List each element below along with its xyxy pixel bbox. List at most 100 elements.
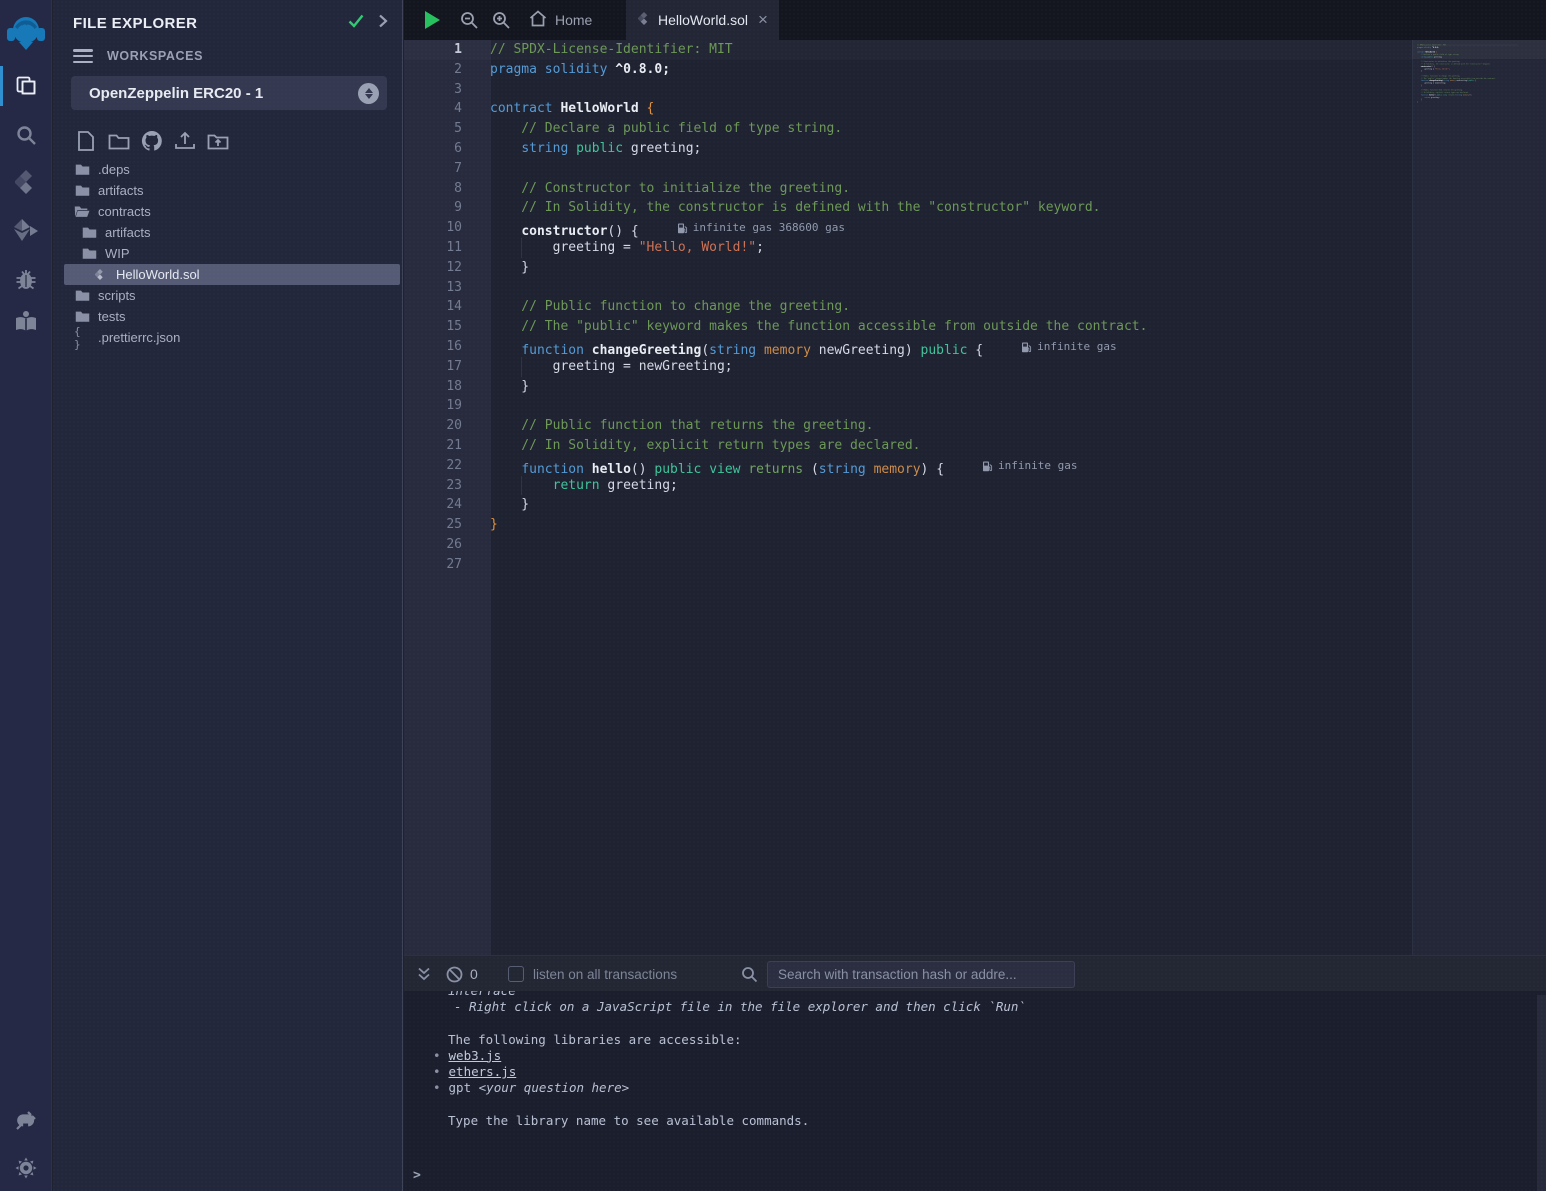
line-number: 19 bbox=[404, 396, 462, 416]
code-lines: 1// SPDX-License-Identifier: MIT2pragma … bbox=[404, 40, 1412, 575]
code-line-19: 19 bbox=[404, 396, 1412, 416]
line-number: 2 bbox=[404, 60, 462, 80]
line-number: 4 bbox=[404, 99, 462, 119]
line-number: 17 bbox=[404, 357, 462, 377]
tree-item-wip[interactable]: WIP bbox=[53, 243, 402, 264]
load-folder-icon[interactable] bbox=[205, 129, 231, 153]
line-number: 5 bbox=[404, 119, 462, 139]
folder-icon bbox=[74, 310, 90, 323]
workspaces-row: WORKSPACES bbox=[73, 49, 203, 63]
zoom-out-icon[interactable] bbox=[454, 0, 484, 40]
zoom-in-icon[interactable] bbox=[486, 0, 516, 40]
line-number: 23 bbox=[404, 476, 462, 496]
code-lines: // SPDX-License-Identifier: MITpragma so… bbox=[1417, 44, 1518, 108]
sidebar-item-solidity-compiler[interactable] bbox=[0, 160, 52, 204]
sidebar-item-debugger[interactable] bbox=[0, 257, 52, 301]
file-explorer-header: FILE EXPLORER bbox=[73, 10, 388, 36]
search-icon bbox=[736, 956, 762, 992]
new-file-icon[interactable] bbox=[73, 129, 99, 153]
tab-helloworld-sol[interactable]: HelloWorld.sol × bbox=[626, 0, 779, 40]
code-line-27: 27 bbox=[404, 555, 1412, 575]
sidebar-item-search[interactable] bbox=[0, 113, 52, 157]
indent-guide bbox=[521, 238, 522, 258]
tab-home[interactable]: Home bbox=[517, 0, 604, 40]
close-tab-icon[interactable]: × bbox=[758, 10, 768, 30]
file-actions-toolbar bbox=[73, 129, 231, 153]
terminal-scrollbar[interactable] bbox=[1537, 995, 1546, 1191]
terminal-link-web3-js[interactable]: web3.js bbox=[449, 1048, 502, 1063]
line-number: 9 bbox=[404, 198, 462, 218]
code-line-9: 9 // In Solidity, the constructor is def… bbox=[404, 198, 1412, 218]
folder-icon bbox=[74, 184, 90, 197]
sidebar-item-file-explorer[interactable] bbox=[0, 64, 52, 108]
github-icon[interactable] bbox=[139, 129, 165, 153]
terminal-link-ethers-js[interactable]: ethers.js bbox=[449, 1064, 517, 1079]
line-number: 14 bbox=[404, 297, 462, 317]
terminal-output[interactable]: interface- Right click on a JavaScript f… bbox=[404, 991, 1546, 1191]
plugin-manager-icon[interactable] bbox=[0, 1098, 52, 1142]
terminal-line: •web3.js bbox=[404, 1048, 1546, 1064]
line-number: 20 bbox=[404, 416, 462, 436]
code-line-13: 13 bbox=[404, 278, 1412, 298]
clear-console-icon[interactable] bbox=[441, 956, 467, 992]
run-script-button[interactable] bbox=[416, 0, 448, 40]
terminal-panel: 0 listen on all transactions interface- … bbox=[404, 955, 1546, 1191]
line-number: 26 bbox=[404, 535, 462, 555]
line-number: 13 bbox=[404, 278, 462, 298]
checkmark-icon[interactable] bbox=[348, 14, 364, 33]
chevron-right-icon[interactable] bbox=[378, 14, 388, 33]
code-line-4: 4contract HelloWorld { bbox=[404, 99, 1412, 119]
new-folder-icon[interactable] bbox=[106, 129, 132, 153]
tree-item--prettierrc-json[interactable]: { }.prettierrc.json bbox=[53, 327, 402, 348]
code-line-26: 26 bbox=[404, 535, 1412, 555]
hamburger-menu-icon[interactable] bbox=[73, 49, 93, 63]
expand-terminal-icon[interactable] bbox=[412, 956, 436, 992]
code-line-27 bbox=[1417, 106, 1518, 108]
transaction-search-input[interactable] bbox=[767, 961, 1075, 988]
tree-item-contracts[interactable]: contracts bbox=[53, 201, 402, 222]
upload-file-icon[interactable] bbox=[172, 129, 198, 153]
panel-title: FILE EXPLORER bbox=[73, 15, 348, 32]
tree-item-label: artifacts bbox=[98, 183, 144, 198]
code-line-16: 16 function changeGreeting(string memory… bbox=[404, 337, 1412, 357]
workspace-select[interactable]: OpenZeppelin ERC20 - 1 bbox=[71, 76, 387, 110]
tree-item-label: .prettierrc.json bbox=[98, 330, 180, 345]
line-number: 16 bbox=[404, 337, 462, 357]
terminal-line bbox=[404, 1096, 1546, 1112]
line-number: 25 bbox=[404, 515, 462, 535]
line-number: 27 bbox=[404, 555, 462, 575]
tree-item-helloworld-sol[interactable]: HelloWorld.sol bbox=[64, 264, 400, 285]
minimap-gutter bbox=[1412, 40, 1546, 955]
sidebar-item-learneth[interactable] bbox=[0, 300, 52, 344]
tree-item-tests[interactable]: tests bbox=[53, 306, 402, 327]
listen-transactions-checkbox[interactable] bbox=[508, 966, 524, 982]
minimap[interactable]: // SPDX-License-Identifier: MITpragma so… bbox=[1417, 44, 1539, 174]
tree-item-artifacts[interactable]: artifacts bbox=[53, 222, 402, 243]
code-line-21: 21 // In Solidity, explicit return types… bbox=[404, 436, 1412, 456]
settings-gear-icon[interactable] bbox=[0, 1146, 52, 1190]
code-editor[interactable]: 1// SPDX-License-Identifier: MIT2pragma … bbox=[404, 40, 1546, 955]
tab-home-label: Home bbox=[555, 12, 592, 28]
code-line-1: 1// SPDX-License-Identifier: MIT bbox=[404, 40, 1412, 60]
tree-item-scripts[interactable]: scripts bbox=[53, 285, 402, 306]
terminal-toolbar: 0 listen on all transactions bbox=[404, 955, 1546, 991]
tree-item-label: artifacts bbox=[105, 225, 151, 240]
line-number: 7 bbox=[404, 159, 462, 179]
tree-item-label: contracts bbox=[98, 204, 151, 219]
line-number: 10 bbox=[404, 218, 462, 238]
terminal-prompt[interactable]: > bbox=[413, 1168, 421, 1183]
tree-item--deps[interactable]: .deps bbox=[53, 159, 402, 180]
line-number: 24 bbox=[404, 495, 462, 515]
tree-item-artifacts[interactable]: artifacts bbox=[53, 180, 402, 201]
workspace-stepper-icon[interactable] bbox=[358, 83, 379, 104]
code-line-2: 2pragma solidity ^0.8.0; bbox=[404, 60, 1412, 80]
tree-item-label: .deps bbox=[98, 162, 130, 177]
line-number: 3 bbox=[404, 80, 462, 100]
listen-transactions-label: listen on all transactions bbox=[533, 956, 677, 992]
folder-icon bbox=[81, 247, 97, 260]
code-line-6: 6 string public greeting; bbox=[404, 139, 1412, 159]
tree-item-label: HelloWorld.sol bbox=[116, 267, 200, 282]
indent-guide bbox=[521, 357, 522, 377]
sidebar-item-deploy-run[interactable] bbox=[0, 209, 52, 253]
code-line-10: 10 constructor() {infinite gas 368600 ga… bbox=[404, 218, 1412, 238]
